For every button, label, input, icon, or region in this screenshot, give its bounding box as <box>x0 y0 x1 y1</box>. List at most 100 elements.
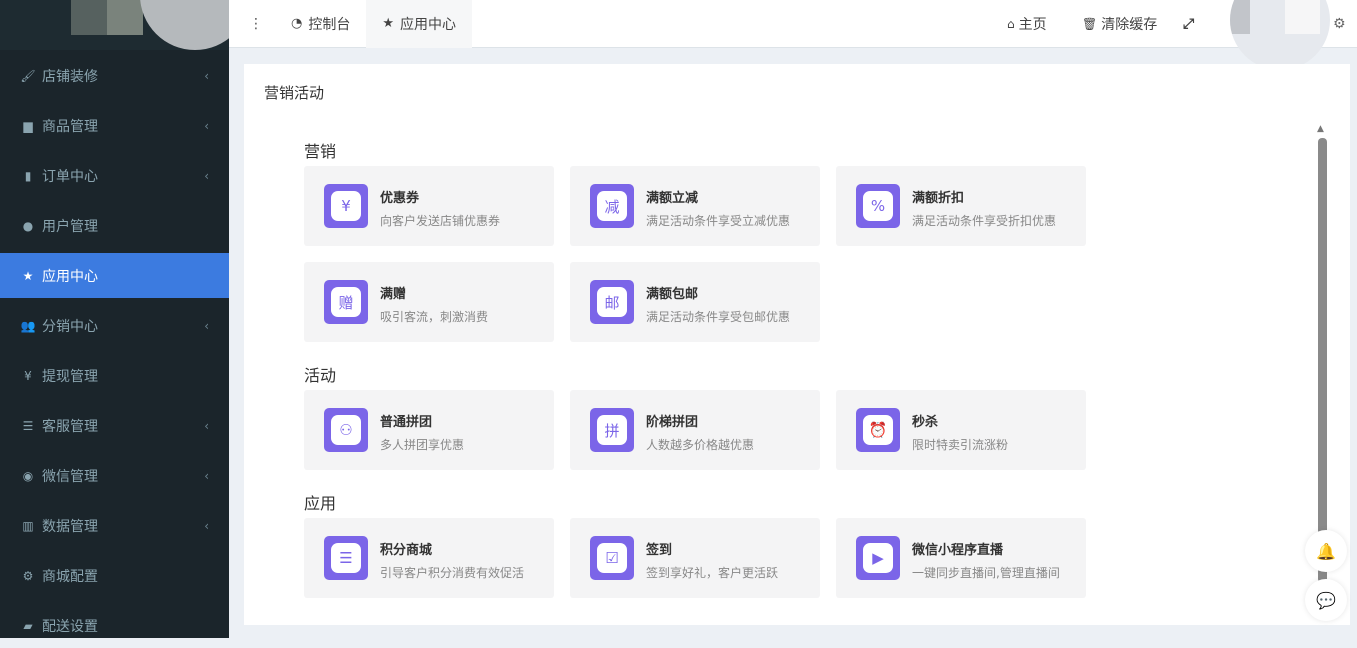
sidebar-item-1[interactable]: ▆ 商品管理 ‹ <box>0 103 229 148</box>
app-title: 微信小程序直播 <box>912 543 1004 558</box>
app-tile[interactable]: ⚇ 普通拼团 多人拼团享优惠 <box>304 390 554 470</box>
sidebar-item-label: 提现管理 <box>42 368 98 385</box>
app-title: 阶梯拼团 <box>646 415 699 430</box>
app-tile[interactable]: 减 满额立减 满足活动条件享受立减优惠 <box>570 166 820 246</box>
app-tile[interactable]: ☑ 签到 签到享好礼，客户更活跃 <box>570 518 820 598</box>
bar-chart-icon: ▥ <box>22 518 34 533</box>
app-tile[interactable]: % 满额折扣满足活动条件享受折扣优惠 <box>836 166 1086 246</box>
chat-button[interactable]: 💬 <box>1305 579 1347 621</box>
avatar[interactable] <box>1230 0 1330 70</box>
menu-toggle-button[interactable]: ⋮ <box>229 0 275 48</box>
app-desc: 多人拼团享优惠 <box>380 438 465 452</box>
app-glyph: ☑ <box>597 543 627 573</box>
user-icon: ● <box>22 218 34 233</box>
sidebar-item-label: 分销中心 <box>42 318 98 335</box>
tab-label: 控制台 <box>308 16 351 33</box>
tab-label: 应用中心 <box>400 16 456 33</box>
app-icon: 减 <box>590 184 634 228</box>
app-icon: 赠 <box>324 280 368 324</box>
app-glyph: ▶ <box>863 543 893 573</box>
app-icon: 邮 <box>590 280 634 324</box>
wechat-icon: ◉ <box>22 468 34 483</box>
sidebar-item-6[interactable]: ¥ 提现管理 <box>0 353 229 398</box>
logo <box>0 0 229 50</box>
app-icon: ☑ <box>590 536 634 580</box>
brush-icon: 🖌 <box>20 68 36 83</box>
sidebar-item-label: 应用中心 <box>42 268 98 285</box>
app-tile[interactable]: 赠 满赠吸引客流，刺激消费 <box>304 262 554 342</box>
sidebar-item-label: 订单中心 <box>42 168 98 185</box>
sidebar-item-9[interactable]: ▥ 数据管理 ‹ <box>0 503 229 548</box>
users-icon: 👥 <box>20 318 36 333</box>
app-tile[interactable]: 邮 满额包邮满足活动条件享受包邮优惠 <box>570 262 820 342</box>
sidebar-item-3[interactable]: ● 用户管理 <box>0 203 229 248</box>
app-title: 普通拼团 <box>380 415 433 430</box>
sidebar-item-label: 微信管理 <box>42 468 98 485</box>
app-glyph: ⏰ <box>863 415 893 445</box>
app-desc: 引导客户积分消费有效促活 <box>380 566 525 580</box>
app-icon: 拼 <box>590 408 634 452</box>
app-tile[interactable]: ☰ 积分商城 引导客户积分消费有效促活 <box>304 518 554 598</box>
app-desc: 满足活动条件享受折扣优惠 <box>912 214 1057 228</box>
notification-bell-button[interactable]: 🔔 <box>1305 530 1347 572</box>
sidebar-item-label: 数据管理 <box>42 518 98 535</box>
app-icon: ☰ <box>324 536 368 580</box>
sidebar-item-11[interactable]: ▰ 配送设置 <box>0 603 229 648</box>
app-title: 满额包邮 <box>646 287 699 302</box>
section-heading: 应用 <box>304 494 337 513</box>
content-card: 营销活动 营销 ¥ 优惠券 向客户发送店铺优惠券 减 满额立减 满足活动条件享受立减优惠% 满… <box>244 64 1350 625</box>
app-desc: 吸引客流，刺激消费 <box>380 310 489 324</box>
app-desc: 满足活动条件享受包邮优惠 <box>646 310 791 324</box>
app-icon: ¥ <box>324 184 368 228</box>
chevron-left-icon: ‹ <box>204 518 209 533</box>
app-tile[interactable]: ⏰ 秒杀 限时特卖引流涨粉 <box>836 390 1086 470</box>
app-desc: 签到享好礼，客户更活跃 <box>646 566 779 580</box>
scroll-up-arrow[interactable]: ▲ <box>1317 124 1324 134</box>
app-icon: % <box>856 184 900 228</box>
app-tile[interactable]: ¥ 优惠券向客户发送店铺优惠券 <box>304 166 554 246</box>
clear-cache-label: 清除缓存 <box>1101 17 1158 33</box>
list-icon: ☰ <box>22 418 34 433</box>
app-desc: 人数越多价格越优惠 <box>646 438 755 452</box>
sidebar-item-10[interactable]: ⚙ 商城配置 <box>0 553 229 598</box>
sidebar-item-7[interactable]: ☰ 客服管理 ‹ <box>0 403 229 448</box>
gears-icon: ⚙ <box>22 568 34 583</box>
sidebar-item-8[interactable]: ◉ 微信管理 ‹ <box>0 453 229 498</box>
sidebar-item-2[interactable]: ▮ 订单中心 ‹ <box>0 153 229 198</box>
tab-app-center[interactable]: ★ 应用中心 <box>366 0 472 48</box>
section-heading: 营销 <box>304 142 337 161</box>
settings-gears-icon[interactable]: ⚙ <box>1333 0 1346 48</box>
app-glyph: 邮 <box>597 287 627 317</box>
home-link[interactable]: ⌂ 主页 <box>1007 0 1047 48</box>
app-glyph: 拼 <box>597 415 627 445</box>
star-icon: ★ <box>382 16 394 31</box>
archive-icon: ▆ <box>23 118 33 133</box>
sidebar-item-4[interactable]: ★ 应用中心 <box>0 253 229 298</box>
fullscreen-icon[interactable]: ⤢ <box>1183 0 1194 48</box>
clear-cache-button[interactable]: 🗑 清除缓存 <box>1082 0 1157 48</box>
app-glyph: ¥ <box>331 191 361 221</box>
chevron-left-icon: ‹ <box>204 68 209 83</box>
home-label: 主页 <box>1018 17 1047 33</box>
sidebar-item-label: 配送设置 <box>42 618 98 635</box>
chevron-left-icon: ‹ <box>204 118 209 133</box>
app-tile[interactable]: ▶ 微信小程序直播一键同步直播间,管理直播间 <box>836 518 1086 598</box>
home-icon: ⌂ <box>1007 17 1015 31</box>
app-title: 满额折扣 <box>912 191 965 206</box>
sidebar-item-5[interactable]: 👥 分销中心 ‹ <box>0 303 229 348</box>
sidebar-item-label: 店铺装修 <box>42 68 98 85</box>
top-header: ⋮ ◔ 控制台 ★ 应用中心 ⌂ 主页 🗑 清除缓存 ⤢ ⚙ <box>229 0 1357 48</box>
page-title: 营销活动 <box>264 84 325 102</box>
scrollbar-thumb[interactable] <box>1318 138 1327 583</box>
app-desc: 满足活动条件享受立减优惠 <box>646 214 791 228</box>
sidebar-item-0[interactable]: 🖌 店铺装修 ‹ <box>0 53 229 98</box>
app-glyph: 减 <box>597 191 627 221</box>
section-heading: 活动 <box>304 366 337 385</box>
tab-dashboard[interactable]: ◔ 控制台 <box>275 0 366 48</box>
app-desc: 一键同步直播间,管理直播间 <box>912 566 1060 580</box>
star-icon: ★ <box>22 268 34 283</box>
app-tile[interactable]: 拼 阶梯拼团人数越多价格越优惠 <box>570 390 820 470</box>
app-title: 优惠券 <box>380 191 420 206</box>
app-desc: 向客户发送店铺优惠券 <box>380 214 501 228</box>
app-title: 满赠 <box>380 287 407 302</box>
